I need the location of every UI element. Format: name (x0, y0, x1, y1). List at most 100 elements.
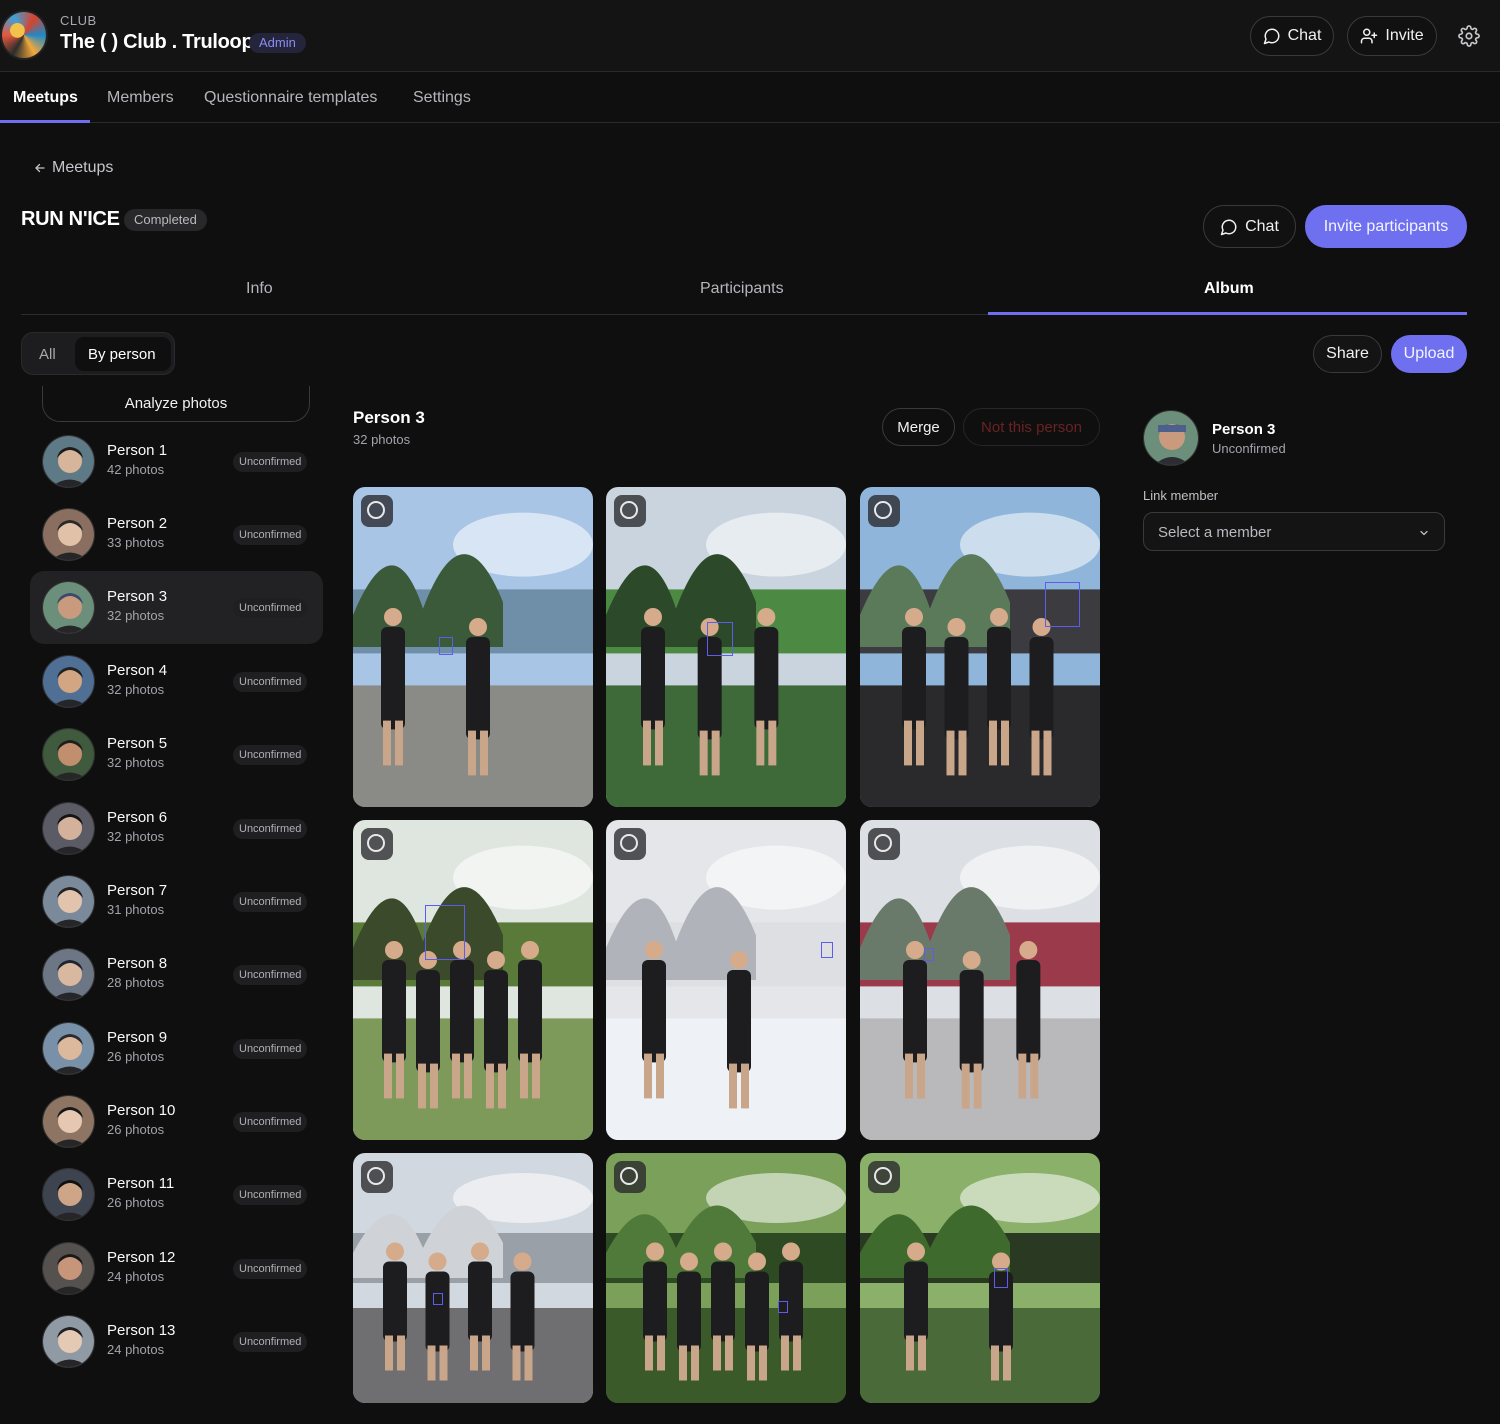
avatar (1143, 410, 1199, 466)
tab-participants[interactable]: Participants (700, 280, 784, 298)
avatar-image (43, 949, 94, 1000)
avatar (42, 1022, 95, 1075)
person-row[interactable]: Person 6 32 photos Unconfirmed (30, 792, 323, 865)
tab-members[interactable]: Members (107, 89, 174, 107)
person-row[interactable]: Person 2 33 photos Unconfirmed (30, 498, 323, 571)
active-subtab-indicator (988, 312, 1467, 315)
person-status-badge: Unconfirmed (233, 819, 308, 839)
person-photo-count: 24 photos (107, 1269, 165, 1284)
photo-image (860, 487, 1100, 807)
face-detection-box (924, 948, 934, 961)
photo-select-checkbox[interactable] (614, 1161, 646, 1193)
avatar (42, 1168, 95, 1221)
person-name: Person 8 (107, 955, 168, 972)
album-photo[interactable] (860, 820, 1100, 1140)
tab-info[interactable]: Info (246, 280, 273, 298)
merge-button[interactable]: Merge (882, 408, 955, 446)
avatar (42, 1315, 95, 1368)
avatar-image (43, 1096, 94, 1147)
person-row[interactable]: Person 3 32 photos Unconfirmed (30, 571, 323, 644)
header-invite-label: Invite (1385, 27, 1424, 44)
avatar (42, 655, 95, 708)
album-photo[interactable] (353, 820, 593, 1140)
person-row[interactable]: Person 10 26 photos Unconfirmed (30, 1085, 323, 1158)
invite-participants-button[interactable]: Invite participants (1305, 205, 1467, 248)
tab-meetups[interactable]: Meetups (13, 89, 78, 107)
photo-select-checkbox[interactable] (868, 495, 900, 527)
person-name: Person 12 (107, 1249, 176, 1266)
face-detection-box (1045, 582, 1080, 627)
avatar-image (43, 582, 94, 633)
header-invite-button[interactable]: Invite (1347, 16, 1437, 56)
face-detection-box (707, 622, 733, 656)
role-badge: Admin (249, 33, 306, 53)
event-chat-label: Chat (1245, 217, 1279, 235)
person-row[interactable]: Person 11 26 photos Unconfirmed (30, 1158, 323, 1231)
avatar-image (43, 1023, 94, 1074)
album-photo[interactable] (606, 820, 846, 1140)
tab-questionnaire-templates[interactable]: Questionnaire templates (204, 89, 377, 107)
album-photo[interactable] (606, 1153, 846, 1403)
avatar (42, 728, 95, 781)
analyze-photos-button[interactable]: Analyze photos (42, 386, 310, 422)
person-row[interactable]: Person 5 32 photos Unconfirmed (30, 718, 323, 791)
person-name: Person 4 (107, 662, 168, 679)
person-photo-count: 26 photos (107, 1122, 165, 1137)
photo-image (606, 820, 846, 1140)
person-row[interactable]: Person 9 26 photos Unconfirmed (30, 1012, 323, 1085)
face-detection-box (778, 1301, 788, 1313)
avatar (42, 948, 95, 1001)
person-row[interactable]: Person 7 31 photos Unconfirmed (30, 865, 323, 938)
avatar-image (43, 729, 94, 780)
photo-select-checkbox[interactable] (361, 828, 393, 860)
person-row[interactable]: Person 13 24 photos Unconfirmed (30, 1305, 323, 1378)
photo-select-checkbox[interactable] (614, 495, 646, 527)
album-photo[interactable] (353, 487, 593, 807)
person-status-badge: Unconfirmed (233, 965, 308, 985)
person-status-badge: Unconfirmed (233, 672, 308, 692)
photo-select-checkbox[interactable] (361, 495, 393, 527)
back-to-meetups-link[interactable]: Meetups (34, 159, 113, 177)
avatar (42, 581, 95, 634)
person-photo-count: 42 photos (107, 462, 165, 477)
person-photo-count: 32 photos (107, 755, 165, 770)
avatar-image (43, 1169, 94, 1220)
person-name: Person 7 (107, 882, 168, 899)
photo-select-checkbox[interactable] (868, 828, 900, 860)
club-logo (0, 10, 48, 60)
person-status-badge: Unconfirmed (233, 1112, 308, 1132)
not-this-person-button[interactable]: Not this person (963, 408, 1100, 446)
photo-select-checkbox[interactable] (868, 1161, 900, 1193)
tab-album[interactable]: Album (1204, 280, 1254, 298)
active-tab-indicator (0, 120, 90, 123)
person-row[interactable]: Person 8 28 photos Unconfirmed (30, 938, 323, 1011)
person-row[interactable]: Person 4 32 photos Unconfirmed (30, 645, 323, 718)
header-chat-button[interactable]: Chat (1250, 16, 1334, 56)
person-status-badge: Unconfirmed (233, 1039, 308, 1059)
person-photo-count: 33 photos (107, 535, 165, 550)
gear-icon[interactable] (1458, 25, 1480, 47)
filter-by-person[interactable]: By person (88, 346, 156, 363)
person-row[interactable]: Person 12 24 photos Unconfirmed (30, 1232, 323, 1305)
member-select[interactable]: Select a member (1143, 512, 1445, 551)
share-button[interactable]: Share (1313, 335, 1382, 373)
arrow-left-icon (35, 163, 45, 173)
person-row[interactable]: Person 1 42 photos Unconfirmed (30, 425, 323, 498)
photo-select-checkbox[interactable] (361, 1161, 393, 1193)
person-name: Person 5 (107, 735, 168, 752)
album-photo[interactable] (860, 1153, 1100, 1403)
person-status-badge: Unconfirmed (233, 745, 308, 765)
album-photo[interactable] (606, 487, 846, 807)
upload-button[interactable]: Upload (1391, 335, 1467, 373)
top-bar: CLUB The ( ) Club . Truloop Admin Chat I… (0, 0, 1500, 72)
album-view-toggle: All By person (21, 332, 175, 375)
event-chat-button[interactable]: Chat (1203, 205, 1296, 248)
album-photo[interactable] (353, 1153, 593, 1403)
photo-select-checkbox[interactable] (614, 828, 646, 860)
album-photo[interactable] (860, 487, 1100, 807)
avatar-image (43, 436, 94, 487)
filter-all[interactable]: All (39, 346, 56, 363)
link-member-label: Link member (1143, 488, 1219, 503)
person-photo-count: 32 photos (107, 608, 165, 623)
tab-settings[interactable]: Settings (413, 89, 471, 107)
